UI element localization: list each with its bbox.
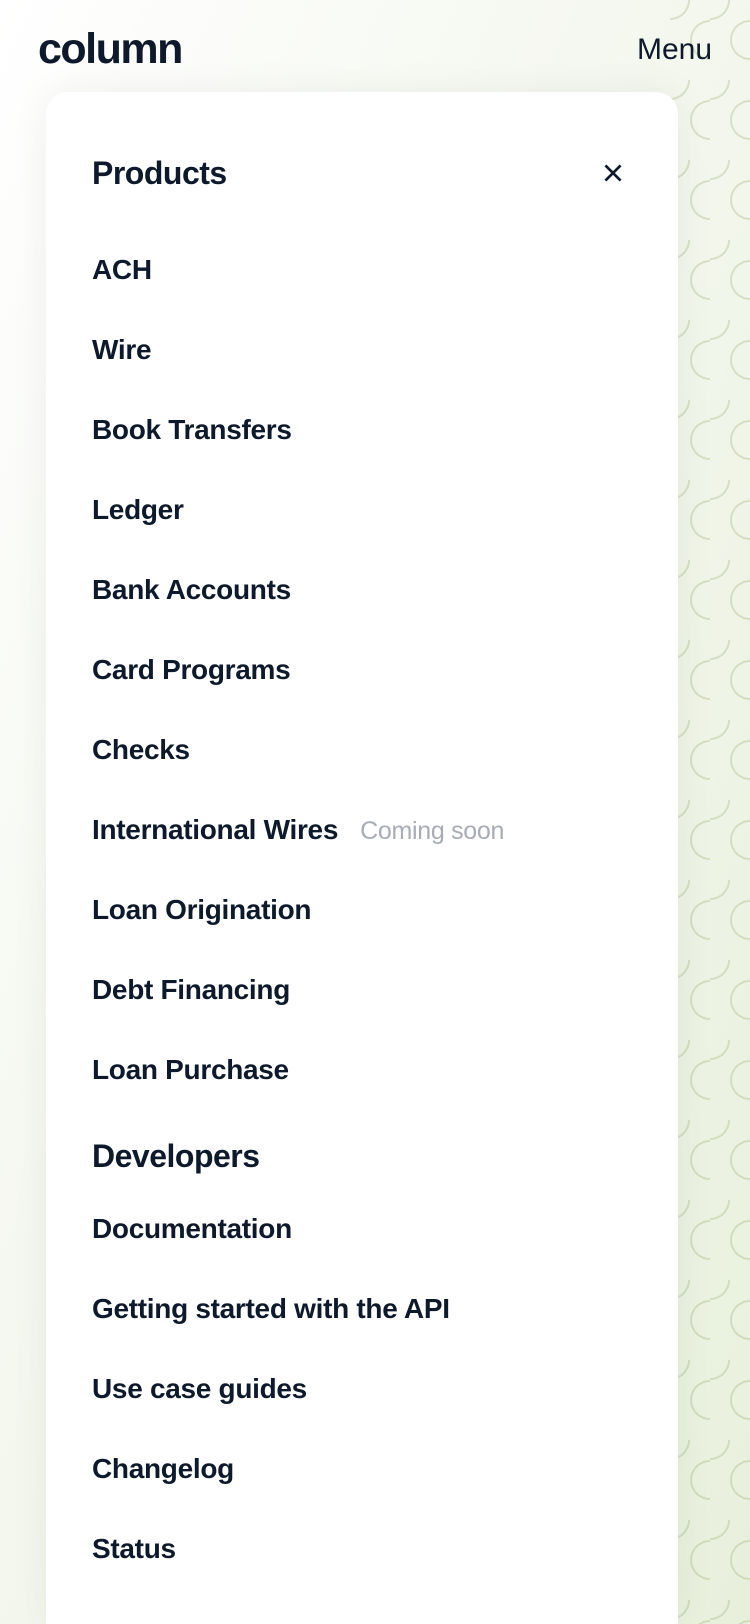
nav-label: International Wires (92, 814, 338, 846)
nav-label: Loan Purchase (92, 1054, 289, 1086)
nav-item-status[interactable]: Status (92, 1509, 632, 1589)
developers-list: Documentation Getting started with the A… (92, 1189, 632, 1589)
coming-soon-badge: Coming soon (360, 817, 504, 846)
nav-label: Changelog (92, 1453, 234, 1485)
nav-item-loan-purchase[interactable]: Loan Purchase (92, 1030, 632, 1110)
site-header: column Menu (0, 0, 750, 99)
nav-item-ledger[interactable]: Ledger (92, 470, 632, 550)
nav-item-ach[interactable]: ACH (92, 230, 632, 310)
nav-item-wire[interactable]: Wire (92, 310, 632, 390)
nav-item-changelog[interactable]: Changelog (92, 1429, 632, 1509)
section-title-developers: Developers (92, 1110, 632, 1189)
nav-label: Loan Origination (92, 894, 311, 926)
nav-label: Use case guides (92, 1373, 307, 1405)
panel-header-products: Products (92, 154, 632, 192)
nav-label: Ledger (92, 494, 184, 526)
nav-item-bank-accounts[interactable]: Bank Accounts (92, 550, 632, 630)
nav-item-book-transfers[interactable]: Book Transfers (92, 390, 632, 470)
nav-item-card-programs[interactable]: Card Programs (92, 630, 632, 710)
nav-item-checks[interactable]: Checks (92, 710, 632, 790)
nav-item-debt-financing[interactable]: Debt Financing (92, 950, 632, 1030)
nav-label: Wire (92, 334, 151, 366)
nav-label: Checks (92, 734, 190, 766)
background-pattern (670, 0, 750, 1624)
section-title-products: Products (92, 155, 227, 192)
nav-label: Debt Financing (92, 974, 290, 1006)
menu-button[interactable]: Menu (637, 33, 712, 67)
nav-item-international-wires[interactable]: International Wires Coming soon (92, 790, 632, 870)
nav-item-getting-started[interactable]: Getting started with the API (92, 1269, 632, 1349)
nav-label: Status (92, 1533, 176, 1565)
nav-label: Bank Accounts (92, 574, 291, 606)
nav-label: Documentation (92, 1213, 292, 1245)
menu-panel: Products ACH Wire Book Transfers Ledger … (46, 92, 678, 1624)
nav-label: ACH (92, 254, 152, 286)
nav-label: Book Transfers (92, 414, 292, 446)
logo[interactable]: column (38, 28, 182, 71)
close-icon (600, 160, 626, 186)
products-list: ACH Wire Book Transfers Ledger Bank Acco… (92, 230, 632, 1110)
nav-item-loan-origination[interactable]: Loan Origination (92, 870, 632, 950)
nav-label: Card Programs (92, 654, 290, 686)
nav-item-documentation[interactable]: Documentation (92, 1189, 632, 1269)
close-button[interactable] (594, 154, 632, 192)
nav-item-use-case-guides[interactable]: Use case guides (92, 1349, 632, 1429)
nav-label: Getting started with the API (92, 1293, 450, 1325)
